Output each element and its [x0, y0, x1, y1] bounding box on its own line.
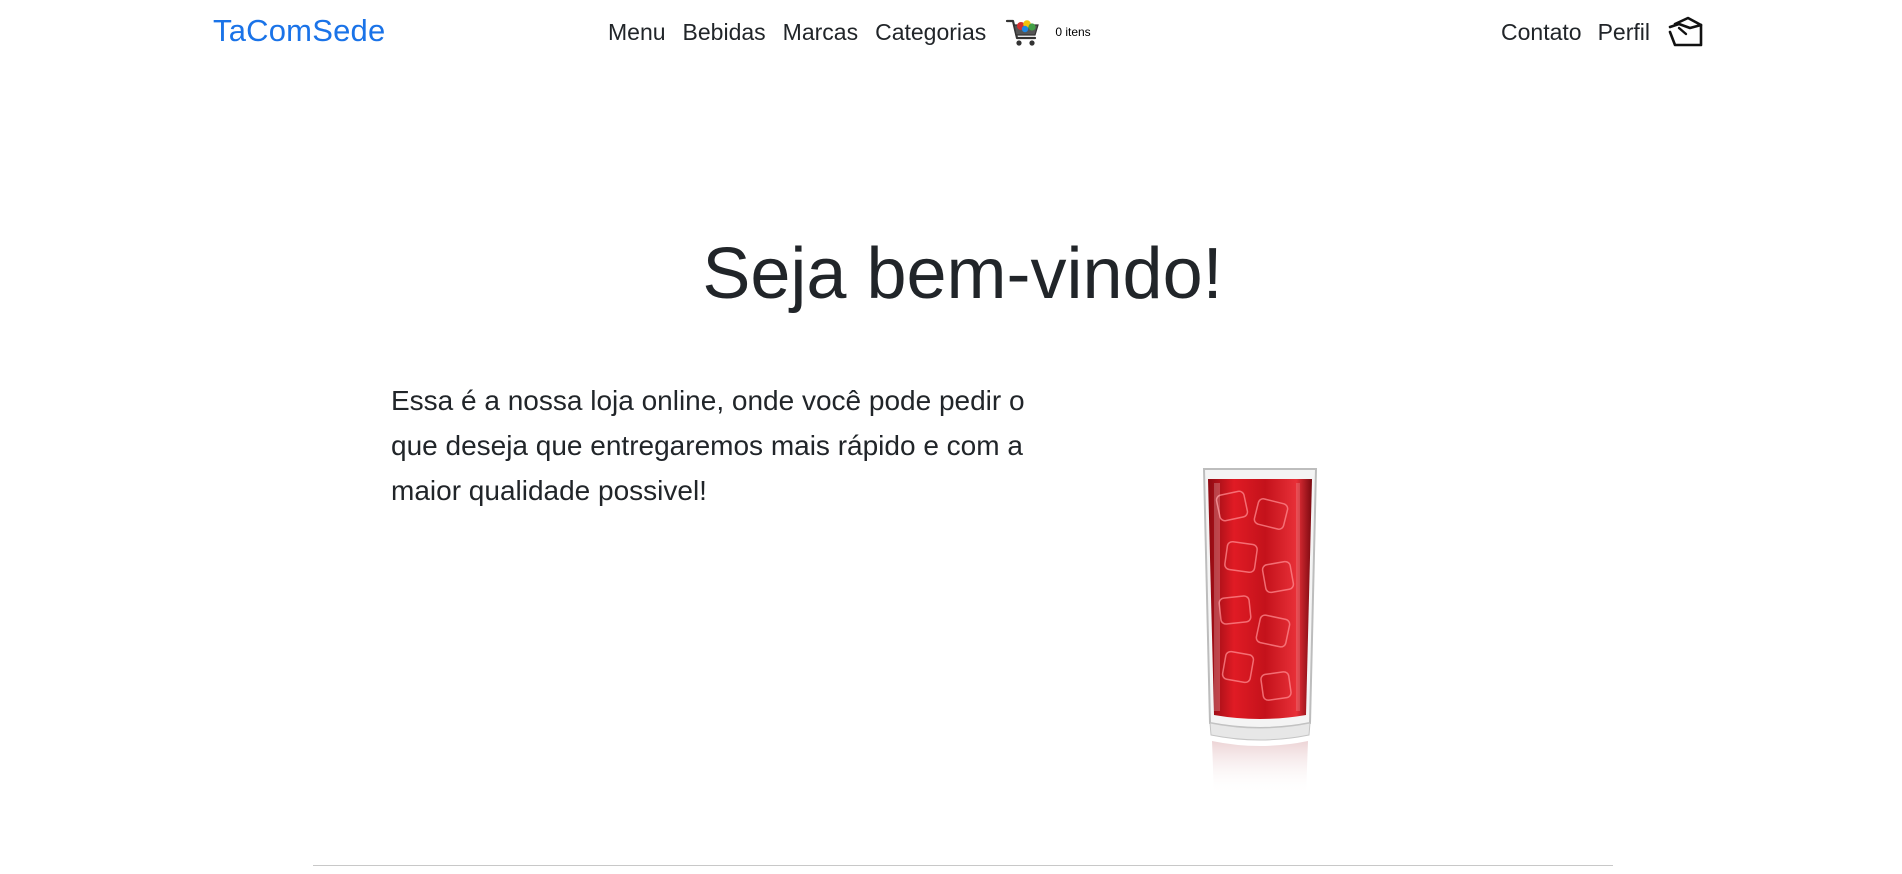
intro-text: Essa é a nossa loja online, onde você po… — [391, 385, 1025, 506]
nav-perfil[interactable]: Perfil — [1598, 17, 1650, 47]
nav-marcas[interactable]: Marcas — [783, 17, 858, 47]
nav-contato[interactable]: Contato — [1501, 17, 1582, 47]
welcome-title: Seja bem-vindo! — [702, 234, 1223, 314]
nav-bebidas[interactable]: Bebidas — [683, 17, 766, 47]
user-nav: Contato Perfil — [1501, 15, 1704, 49]
brand-logo[interactable]: TaComSede — [213, 13, 385, 49]
nav-menu[interactable]: Menu — [608, 17, 666, 47]
cart-count: 0 itens — [1055, 25, 1091, 39]
nav-categorias[interactable]: Categorias — [875, 17, 986, 47]
footer-divider — [313, 865, 1613, 866]
logout-icon[interactable] — [1666, 14, 1704, 50]
navbar: TaComSede Menu Bebidas Marcas Categorias… — [0, 0, 1902, 64]
red-drink-glass-image — [1200, 465, 1320, 795]
shopping-cart-icon — [1005, 15, 1041, 49]
cart-button[interactable]: 0 itens — [1005, 15, 1091, 49]
main-nav: Menu Bebidas Marcas Categorias 0 itens — [608, 17, 1091, 47]
